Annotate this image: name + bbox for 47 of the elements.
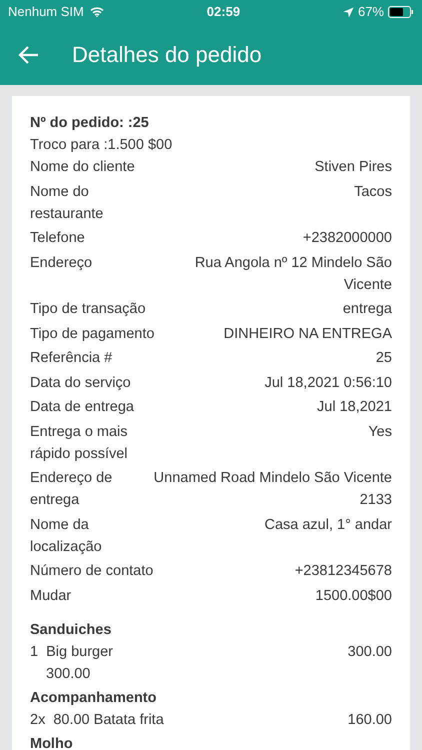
detail-value: +23812345678 [294,562,392,581]
detail-value: Tacos [354,182,392,202]
change-amount: Troco para :1.500 $00 [30,136,174,155]
detail-label: Tipo de pagamento [30,324,154,344]
category-title: Sanduiches [30,620,112,640]
detail-value: Stiven Pires [314,158,392,177]
item-quantity: 2x [30,710,46,730]
location-arrow-icon [342,6,354,18]
battery-percent: 67% [358,3,384,22]
detail-value: Yes [368,422,392,442]
detail-value: Jul 18,2021 [317,398,392,417]
item-name: 80.00 Batata frita [53,710,164,730]
detail-label: Endereço [30,254,92,272]
detail-value: Jul 18,2021 0:56:10 [264,374,392,392]
battery-icon [388,6,414,18]
category-title: Acompanhamento [30,688,158,708]
detail-label: Data do serviço [30,374,131,392]
clock-time: 02:59 [206,3,240,22]
wifi-icon [90,7,104,17]
detail-label: Entrega o mais rápido possível [30,422,129,464]
item-unit-price: 300.00 [45,664,92,684]
detail-label: Nome do cliente [30,158,135,177]
detail-label: Telefone [30,229,85,248]
detail-label: Nome da localização [30,516,103,556]
detail-value: DINHEIRO NA ENTREGA [224,324,392,344]
detail-label: Referência # [30,349,112,368]
page-title: Detalhes do pedido [72,41,262,69]
back-arrow-icon [18,44,40,64]
item-total: 300.00 [348,642,392,662]
detail-value: 1500.00$00 [315,586,392,606]
item-quantity: 1 [30,642,38,662]
detail-label: Tipo de transação [30,300,146,319]
detail-value: entrega [342,300,392,319]
detail-label: Data de entrega [30,398,134,417]
detail-label: Mudar [30,586,72,606]
category-title: Molho [30,734,74,750]
carrier-label: Nenhum SIM [8,3,84,22]
item-total: 160.00 [348,710,392,730]
detail-label: Número de contato [30,562,154,581]
detail-label: Endereço de entrega [30,469,114,510]
detail-value: Casa azul, 1° andar [264,516,392,534]
order-number: Nº do pedido: :25 [30,114,150,133]
detail-value: 25 [376,349,392,368]
detail-value: +2382000000 [302,229,392,248]
detail-value: Unnamed Road Mindelo São Vicente 2133 [152,469,392,510]
item-name: Big burger [46,642,113,662]
detail-label: Nome do restaurante [30,182,104,224]
